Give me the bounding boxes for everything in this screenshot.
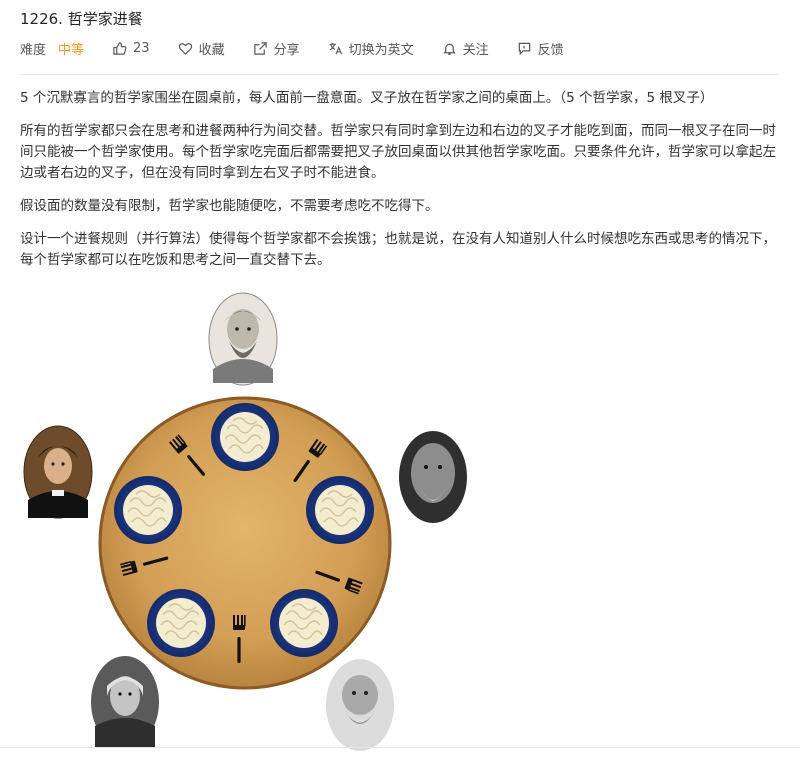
share-icon [253,41,267,55]
difficulty: 难度 中等 [20,39,84,58]
philosopher-right [399,431,467,523]
translate-button[interactable]: 切换为英文 [328,39,414,58]
plate-left [114,476,182,544]
heart-icon [178,42,192,55]
problem-meta-bar: 难度 中等 23 收藏 分享 切换为英文 关注 反馈 [20,38,592,58]
bell-icon [442,43,456,55]
bottom-divider [0,747,800,748]
description-paragraph-1: 5 个沉默寡言的哲学家围坐在圆桌前，每人面前一盘意面。叉子放在哲学家之间的桌面上… [20,90,714,106]
feedback-icon [518,42,530,55]
like-button[interactable]: 23 [112,41,150,56]
share-button[interactable]: 分享 [253,39,300,58]
follow-label: 关注 [462,42,489,58]
difficulty-label: 难度 [20,42,47,58]
description-paragraph-2: 所有的哲学家都只会在思考和进餐两种行为间交替。哲学家只有同时拿到左边和右边的叉子… [20,123,776,181]
favorite-button[interactable]: 收藏 [178,39,225,58]
philosopher-bottom-right [326,659,394,751]
philosopher-bottom-left [91,656,159,748]
plate-right [306,476,374,544]
dining-philosophers-illustration [23,292,467,751]
follow-button[interactable]: 关注 [442,39,489,58]
feedback-label: 反馈 [537,42,564,58]
thumbs-up-icon [113,41,127,55]
problem-title: 1226. 哲学家进餐 [20,10,143,28]
plate-bottom-right [270,589,338,657]
philosopher-left [23,425,93,519]
difficulty-value: 中等 [58,42,85,58]
plate-bottom-left [147,589,215,657]
favorite-label: 收藏 [198,42,225,58]
philosopher-top [208,292,278,386]
description-paragraph-4: 设计一个进餐规则（并行算法）使得每个哲学家都不会挨饿；也就是说，在没有人知道别人… [20,231,776,268]
share-label: 分享 [273,42,300,58]
translate-icon [329,42,342,54]
problem-description: 5 个沉默寡言的哲学家围坐在圆桌前，每人面前一盘意面。叉子放在哲学家之间的桌面上… [20,88,778,283]
description-paragraph-3: 假设面的数量没有限制，哲学家也能随便吃，不需要考虑吃不吃得下。 [20,198,439,214]
feedback-button[interactable]: 反馈 [517,39,564,58]
plate-top [211,403,279,471]
problem-page: 1226. 哲学家进餐 难度 中等 23 收藏 分享 切换为英文 关注 反馈 5… [0,0,800,760]
like-count: 23 [133,40,150,56]
header-divider [20,74,778,75]
translate-label: 切换为英文 [348,42,414,58]
